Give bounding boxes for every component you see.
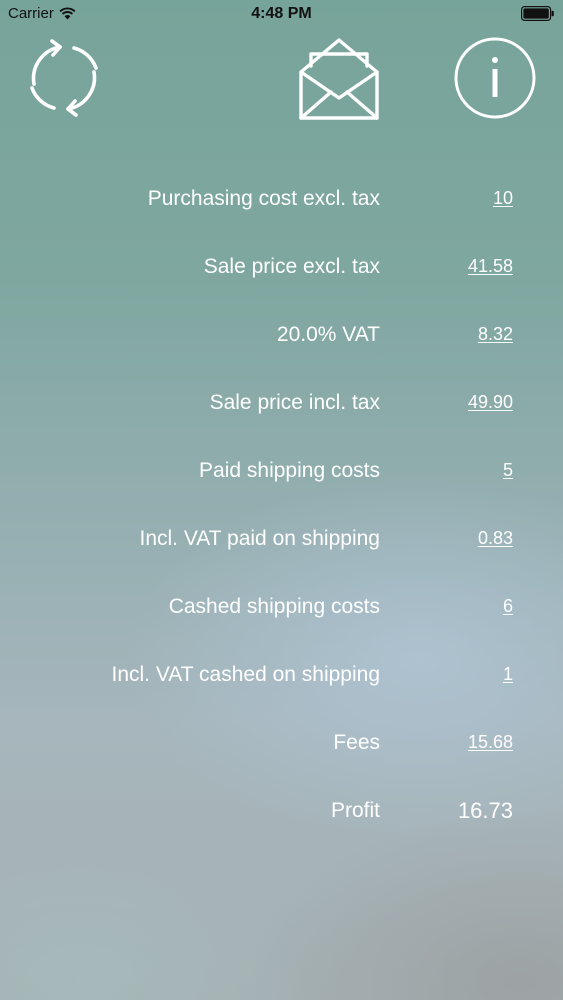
calc-row: 20.0% VAT 8.32 — [0, 302, 563, 370]
calc-row: Sale price excl. tax 41.58 — [0, 234, 563, 302]
calc-row: Incl. VAT paid on shipping 0.83 — [0, 506, 563, 574]
row-value-link[interactable]: 0.83 — [478, 528, 513, 549]
row-value-link[interactable]: 1 — [503, 664, 513, 685]
mail-button[interactable] — [296, 36, 380, 120]
row-label: Sale price incl. tax — [209, 391, 380, 414]
row-value-link[interactable]: 8.32 — [478, 324, 513, 345]
row-label: Sale price excl. tax — [203, 255, 380, 278]
calc-row: Profit 16.73 — [0, 778, 563, 846]
row-value-link[interactable]: 5 — [503, 460, 513, 481]
row-label: Cashed shipping costs — [168, 595, 380, 618]
calc-row: Purchasing cost excl. tax 10 — [0, 166, 563, 234]
battery-icon — [521, 6, 554, 21]
row-value-link[interactable]: 6 — [503, 596, 513, 617]
calc-row: Fees 15.68 — [0, 710, 563, 778]
row-label: Purchasing cost excl. tax — [147, 187, 380, 210]
info-button[interactable] — [453, 36, 537, 120]
row-value-link[interactable]: 15.68 — [468, 732, 513, 753]
row-value-link[interactable]: 41.58 — [468, 256, 513, 277]
info-icon — [454, 37, 536, 119]
status-time: 4:48 PM — [251, 5, 312, 22]
row-label: Profit — [330, 799, 380, 822]
status-bar: Carrier 4:48 PM — [0, 0, 563, 28]
mail-icon — [299, 38, 379, 120]
calc-row: Incl. VAT cashed on shipping 1 — [0, 642, 563, 710]
refresh-icon — [30, 39, 98, 117]
row-label: Paid shipping costs — [199, 459, 380, 482]
row-value-link[interactable]: 10 — [493, 188, 513, 209]
calculation-list: Purchasing cost excl. tax 10 Sale price ex… — [0, 166, 563, 846]
calc-row: Paid shipping costs 5 — [0, 438, 563, 506]
row-label: Incl. VAT paid on shipping — [139, 527, 381, 550]
row-label: Fees — [333, 731, 380, 754]
row-value-result: 16.73 — [457, 798, 513, 823]
refresh-button[interactable] — [22, 36, 106, 120]
calc-row: Cashed shipping costs 6 — [0, 574, 563, 642]
row-label: Incl. VAT cashed on shipping — [111, 663, 381, 686]
row-value-link[interactable]: 49.90 — [468, 392, 513, 413]
row-label: 20.0% VAT — [276, 323, 380, 346]
calc-row: Sale price incl. tax 49.90 — [0, 370, 563, 438]
